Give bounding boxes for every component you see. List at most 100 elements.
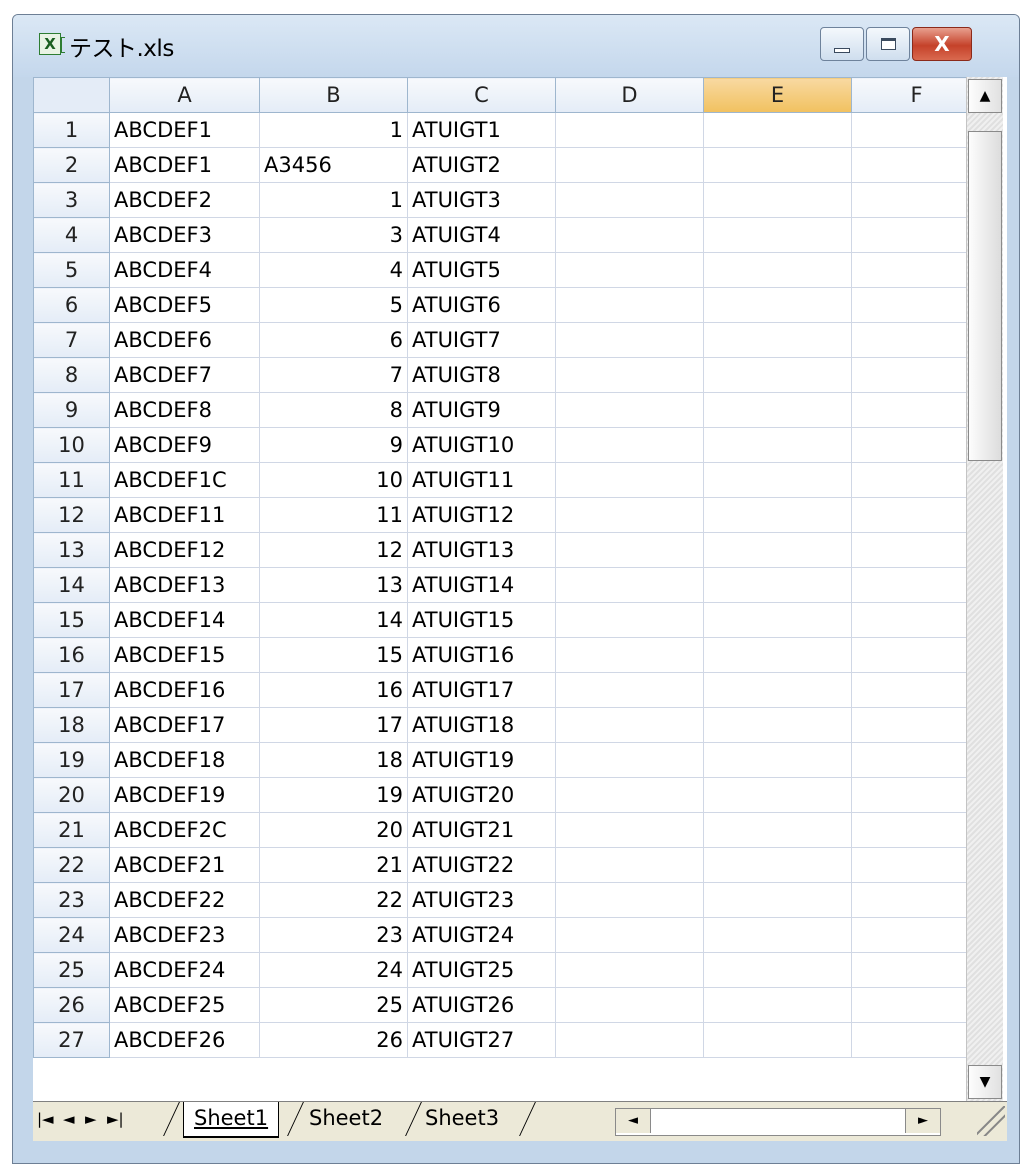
row-header[interactable]: 9 [33,392,110,428]
row-header[interactable]: 11 [33,462,110,498]
row-header[interactable]: 6 [33,287,110,323]
cell-b[interactable]: 26 [259,1022,408,1058]
resize-grip-icon[interactable] [977,1106,1005,1136]
cell-f[interactable] [851,147,982,183]
cell-b[interactable]: 5 [259,287,408,323]
cell-a[interactable]: ABCDEF12 [109,532,260,568]
cell-d[interactable] [555,427,704,463]
cell-c[interactable]: ATUIGT22 [407,847,556,883]
cell-f[interactable] [851,637,982,673]
cell-c[interactable]: ATUIGT6 [407,287,556,323]
tab-sheet3[interactable]: Sheet3 [415,1102,509,1136]
scroll-left-arrow-icon[interactable]: ◄ [616,1109,651,1133]
cell-f[interactable] [851,567,982,603]
row-header[interactable]: 23 [33,882,110,918]
cell-b[interactable]: A3456 [259,147,408,183]
cell-d[interactable] [555,322,704,358]
prev-sheet-icon[interactable]: ◄ [63,1110,75,1128]
cell-a[interactable]: ABCDEF15 [109,637,260,673]
cell-a[interactable]: ABCDEF17 [109,707,260,743]
cell-c[interactable]: ATUIGT20 [407,777,556,813]
row-header[interactable]: 1 [33,112,110,148]
cell-b[interactable]: 16 [259,672,408,708]
cell-e[interactable] [703,952,852,988]
cell-e[interactable] [703,147,852,183]
cell-f[interactable] [851,392,982,428]
cell-f[interactable] [851,742,982,778]
column-header-e[interactable]: E [703,77,852,113]
row-header[interactable]: 5 [33,252,110,288]
row-header[interactable]: 18 [33,707,110,743]
cell-f[interactable] [851,672,982,708]
row-header[interactable]: 4 [33,217,110,253]
cell-d[interactable] [555,1022,704,1058]
column-header-d[interactable]: D [555,77,704,113]
cell-d[interactable] [555,882,704,918]
cell-f[interactable] [851,1022,982,1058]
cell-d[interactable] [555,952,704,988]
cell-b[interactable]: 8 [259,392,408,428]
tab-sheet1[interactable]: Sheet1 [183,1102,280,1138]
cell-b[interactable]: 4 [259,252,408,288]
cell-d[interactable] [555,672,704,708]
cell-e[interactable] [703,497,852,533]
cell-f[interactable] [851,707,982,743]
cell-d[interactable] [555,392,704,428]
cell-c[interactable]: ATUIGT18 [407,707,556,743]
cell-a[interactable]: ABCDEF6 [109,322,260,358]
column-header-b[interactable]: B [259,77,408,113]
cell-e[interactable] [703,987,852,1023]
cell-f[interactable] [851,602,982,638]
row-header[interactable]: 20 [33,777,110,813]
cell-b[interactable]: 18 [259,742,408,778]
cell-f[interactable] [851,462,982,498]
cell-a[interactable]: ABCDEF22 [109,882,260,918]
cell-a[interactable]: ABCDEF8 [109,392,260,428]
cell-a[interactable]: ABCDEF19 [109,777,260,813]
row-header[interactable]: 3 [33,182,110,218]
cell-f[interactable] [851,497,982,533]
scroll-up-arrow-icon[interactable]: ▲ [968,79,1002,113]
column-header-a[interactable]: A [109,77,260,113]
first-sheet-icon[interactable]: |◄ [37,1110,54,1128]
row-header[interactable]: 2 [33,147,110,183]
row-header[interactable]: 14 [33,567,110,603]
cell-c[interactable]: ATUIGT5 [407,252,556,288]
cell-e[interactable] [703,392,852,428]
scroll-right-arrow-icon[interactable]: ► [905,1109,940,1133]
cell-e[interactable] [703,672,852,708]
cell-e[interactable] [703,287,852,323]
cell-d[interactable] [555,497,704,533]
cell-e[interactable] [703,567,852,603]
row-header[interactable]: 17 [33,672,110,708]
cell-e[interactable] [703,427,852,463]
cell-f[interactable] [851,182,982,218]
cell-d[interactable] [555,812,704,848]
cell-e[interactable] [703,812,852,848]
cell-a[interactable]: ABCDEF5 [109,287,260,323]
row-header[interactable]: 22 [33,847,110,883]
cell-a[interactable]: ABCDEF2 [109,182,260,218]
cell-d[interactable] [555,147,704,183]
close-button[interactable]: X [912,27,972,61]
cell-c[interactable]: ATUIGT8 [407,357,556,393]
cell-c[interactable]: ATUIGT13 [407,532,556,568]
cell-e[interactable] [703,742,852,778]
cell-e[interactable] [703,637,852,673]
cell-e[interactable] [703,532,852,568]
cell-f[interactable] [851,952,982,988]
vertical-scrollbar[interactable]: ▲ ▼ [966,77,1003,1101]
cell-b[interactable]: 24 [259,952,408,988]
cell-b[interactable]: 10 [259,462,408,498]
cell-f[interactable] [851,287,982,323]
cell-d[interactable] [555,742,704,778]
cell-c[interactable]: ATUIGT7 [407,322,556,358]
row-header[interactable]: 12 [33,497,110,533]
cell-d[interactable] [555,602,704,638]
row-header[interactable]: 27 [33,1022,110,1058]
cell-c[interactable]: ATUIGT23 [407,882,556,918]
cell-d[interactable] [555,357,704,393]
cell-b[interactable]: 1 [259,182,408,218]
cell-b[interactable]: 6 [259,322,408,358]
cell-f[interactable] [851,252,982,288]
